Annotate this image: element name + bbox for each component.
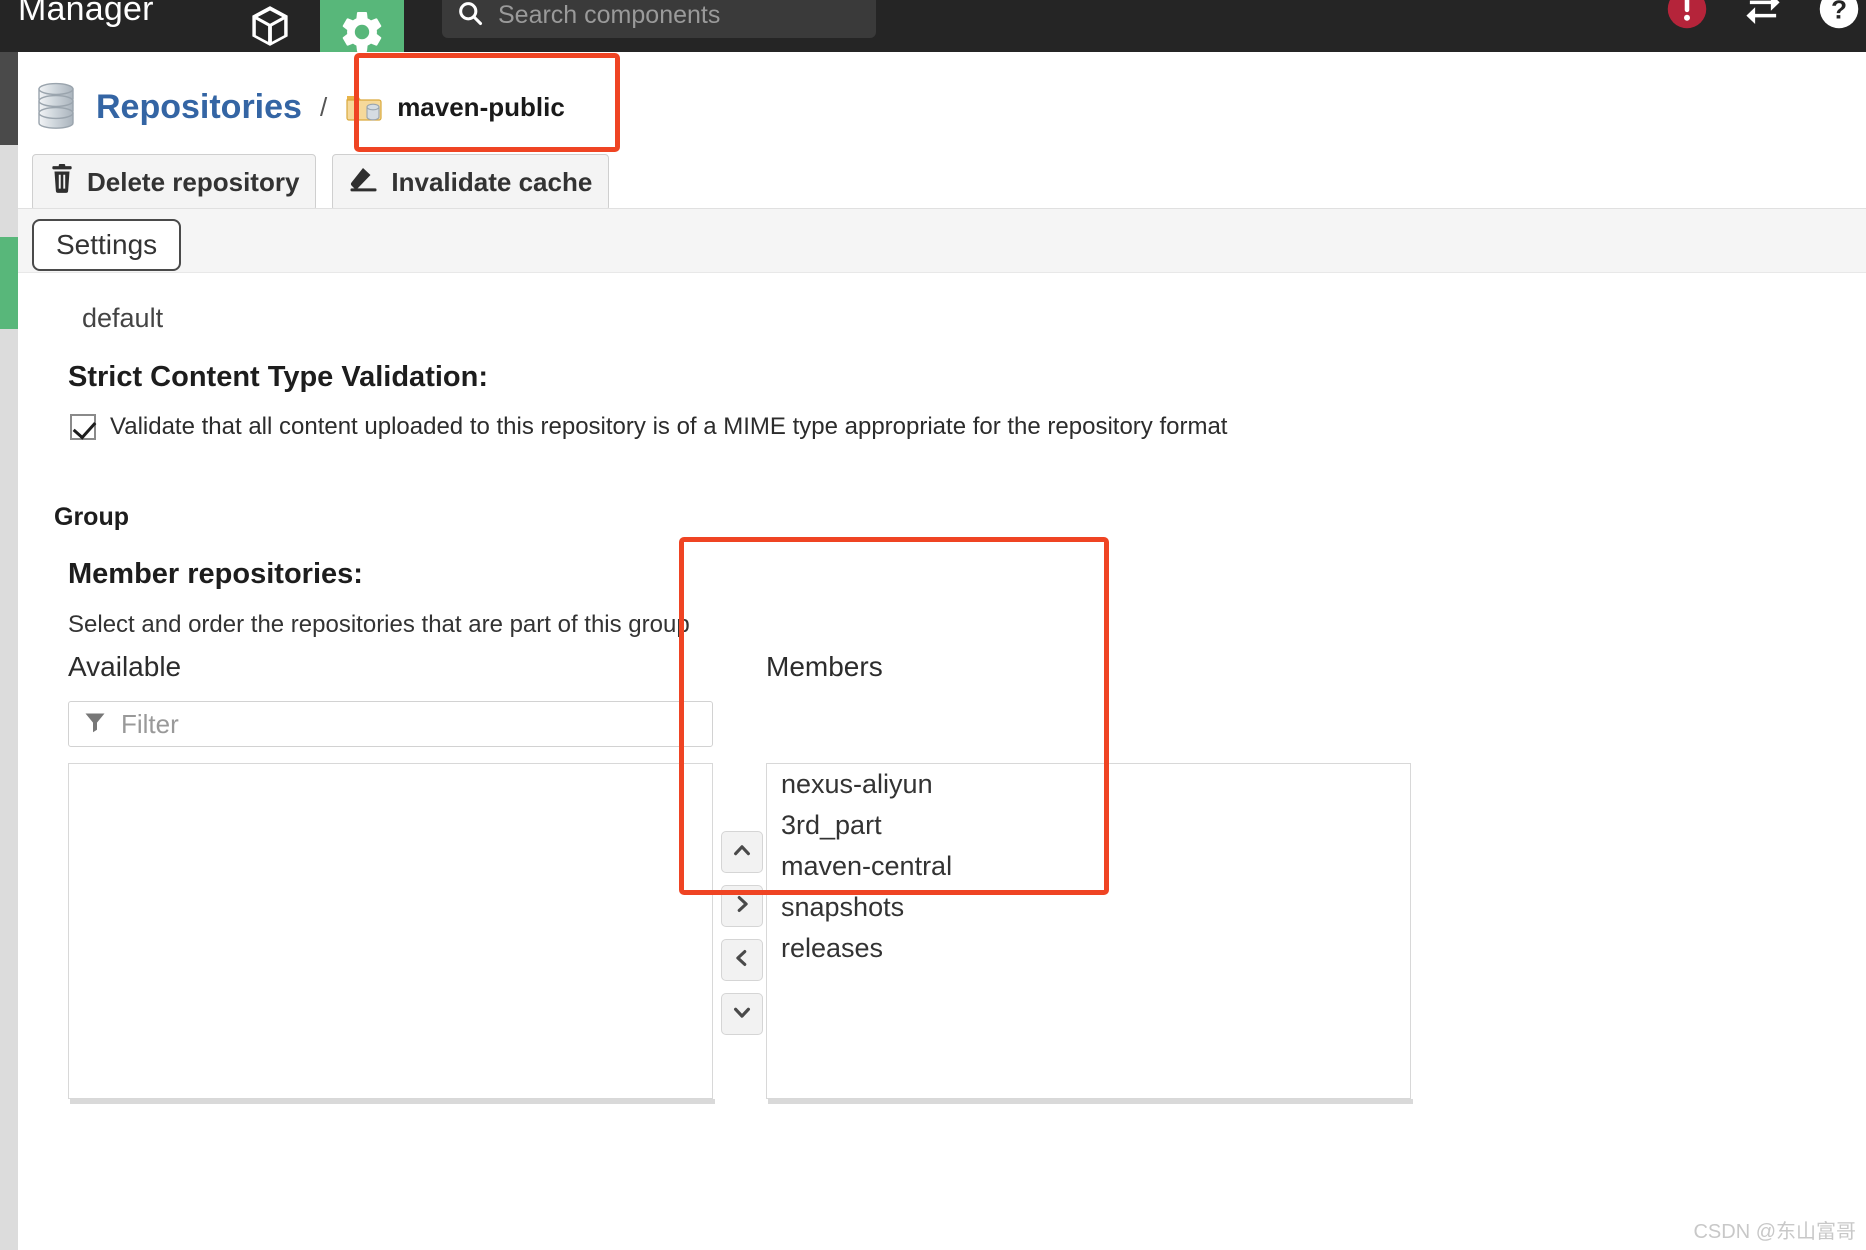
strict-content-type-row: Validate that all content uploaded to th…	[70, 413, 1227, 441]
repository-folder-icon	[345, 90, 383, 124]
alert-icon[interactable]	[1666, 0, 1708, 30]
watermark: CSDN @东山富哥	[1693, 1221, 1856, 1243]
members-list-item[interactable]: maven-central	[767, 846, 1410, 887]
member-repositories-subtitle: Select and order the repositories that a…	[68, 611, 690, 638]
rail-segment-lower-gray	[0, 329, 18, 1250]
layout-policy-value: default	[82, 303, 164, 333]
search-components-box[interactable]: Search components	[442, 0, 876, 38]
repository-tab-strip: Settings	[18, 208, 1866, 272]
available-list-shadow	[70, 1099, 715, 1104]
move-up-button[interactable]	[721, 831, 763, 873]
trash-icon	[49, 164, 75, 201]
group-section-heading: Group	[54, 503, 129, 531]
available-column-label: Available	[68, 651, 182, 682]
members-column-label: Members	[766, 651, 883, 682]
chevron-down-icon	[731, 1001, 753, 1028]
chevron-up-icon	[731, 839, 753, 866]
members-list-item[interactable]: 3rd_part	[767, 805, 1410, 846]
members-list-item[interactable]: snapshots	[767, 887, 1410, 928]
app-brand-title: Manager	[18, 0, 154, 28]
chevron-left-icon	[731, 947, 753, 974]
top-right-icon-group: ?	[1666, 0, 1860, 30]
tab-settings[interactable]: Settings	[32, 219, 182, 271]
rail-segment-dark	[0, 52, 18, 145]
members-repositories-list[interactable]: nexus-aliyun 3rd_part maven-central snapsho…	[766, 763, 1411, 1099]
help-icon[interactable]: ?	[1818, 0, 1860, 30]
members-list-item[interactable]: nexus-aliyun	[767, 764, 1410, 805]
search-icon	[456, 0, 484, 32]
cube-icon	[247, 1, 293, 51]
strict-content-type-checkbox[interactable]	[70, 414, 96, 440]
members-list-shadow	[768, 1099, 1413, 1104]
search-input[interactable]: Search components	[498, 1, 720, 30]
breadcrumb-root-link[interactable]: Repositories	[96, 88, 302, 127]
chevron-right-icon	[731, 893, 753, 920]
left-rail	[0, 52, 18, 1250]
gear-icon	[338, 8, 386, 56]
refresh-icon[interactable]	[1742, 0, 1784, 30]
repository-action-buttons: Delete repository Invalidate cache	[32, 154, 610, 211]
move-right-button[interactable]	[721, 885, 763, 927]
nav-tab-browse[interactable]	[228, 0, 312, 52]
delete-repository-button[interactable]: Delete repository	[32, 154, 317, 211]
svg-text:?: ?	[1831, 0, 1847, 24]
breadcrumb: Repositories / maven-public	[36, 74, 565, 140]
move-left-button[interactable]	[721, 939, 763, 981]
database-icon	[36, 79, 76, 136]
rail-segment-upper-gray	[0, 145, 18, 237]
page-body: Repositories / maven-public Delete repos…	[18, 52, 1866, 1250]
move-down-button[interactable]	[721, 993, 763, 1035]
invalidate-cache-label: Invalidate cache	[391, 167, 593, 197]
members-list-item[interactable]: releases	[767, 928, 1410, 969]
available-filter-input[interactable]: Filter	[121, 709, 179, 740]
breadcrumb-current-repository: maven-public	[397, 91, 565, 122]
filter-icon	[83, 710, 107, 739]
strict-content-type-heading: Strict Content Type Validation:	[68, 361, 488, 393]
available-repositories-list[interactable]	[68, 763, 713, 1099]
invalidate-cache-button[interactable]: Invalidate cache	[332, 154, 610, 211]
transfer-arrow-buttons	[721, 831, 763, 1035]
delete-repository-label: Delete repository	[87, 167, 300, 197]
settings-content-panel: default Strict Content Type Validation: …	[18, 272, 1866, 1250]
rail-segment-active[interactable]	[0, 237, 18, 329]
available-filter-field[interactable]: Filter	[68, 701, 713, 747]
breadcrumb-separator: /	[319, 91, 328, 122]
eraser-icon	[349, 165, 379, 200]
strict-content-type-label: Validate that all content uploaded to th…	[110, 413, 1228, 440]
member-repositories-heading: Member repositories:	[68, 558, 363, 590]
